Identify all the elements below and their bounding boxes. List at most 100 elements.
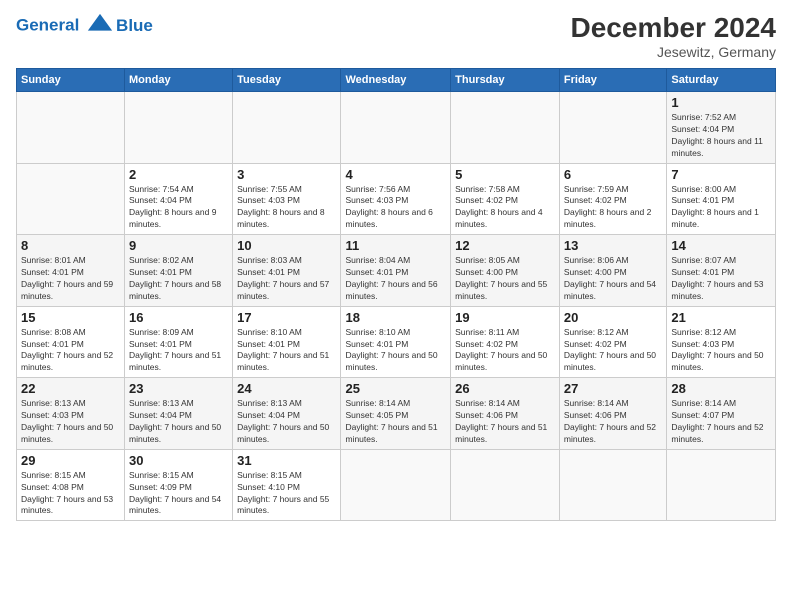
calendar-week-0: 1 Sunrise: 7:52 AM Sunset: 4:04 PM Daylig… [17, 92, 776, 164]
day-number: 8 [21, 238, 120, 253]
calendar-cell: 17 Sunrise: 8:10 AM Sunset: 4:01 PM Dayli… [233, 306, 341, 378]
calendar-cell: 1 Sunrise: 7:52 AM Sunset: 4:04 PM Daylig… [667, 92, 776, 164]
calendar-cell: 14 Sunrise: 8:07 AM Sunset: 4:01 PM Dayli… [667, 235, 776, 307]
day-number: 19 [455, 310, 555, 325]
day-info: Sunrise: 8:11 AM Sunset: 4:02 PM Dayligh… [455, 327, 555, 375]
calendar-cell: 2 Sunrise: 7:54 AM Sunset: 4:04 PM Daylig… [125, 163, 233, 235]
day-info: Sunrise: 8:13 AM Sunset: 4:04 PM Dayligh… [129, 398, 228, 446]
calendar-cell: 29Sunrise: 8:15 AM Sunset: 4:08 PM Dayli… [17, 449, 125, 521]
day-number: 20 [564, 310, 662, 325]
month-title: December 2024 [571, 12, 776, 44]
logo: General Blue [16, 12, 153, 40]
calendar-cell [341, 92, 451, 164]
day-number: 25 [345, 381, 446, 396]
day-number: 28 [671, 381, 771, 396]
calendar-cell: 12 Sunrise: 8:05 AM Sunset: 4:00 PM Dayli… [451, 235, 560, 307]
header-saturday: Saturday [667, 69, 776, 92]
day-info: Sunrise: 8:14 AM Sunset: 4:06 PM Dayligh… [455, 398, 555, 446]
calendar-cell: 9 Sunrise: 8:02 AM Sunset: 4:01 PM Daylig… [125, 235, 233, 307]
calendar-cell: 18Sunrise: 8:10 AM Sunset: 4:01 PM Dayli… [341, 306, 451, 378]
day-info: Sunrise: 8:00 AM Sunset: 4:01 PM Dayligh… [671, 184, 771, 232]
day-info: Sunrise: 8:10 AM Sunset: 4:01 PM Dayligh… [237, 327, 336, 375]
header-wednesday: Wednesday [341, 69, 451, 92]
calendar-cell: 6 Sunrise: 7:59 AM Sunset: 4:02 PM Daylig… [559, 163, 666, 235]
calendar-cell: 28 Sunrise: 8:14 AM Sunset: 4:07 PM Dayli… [667, 378, 776, 450]
calendar-cell: 30 Sunrise: 8:15 AM Sunset: 4:09 PM Dayli… [125, 449, 233, 521]
day-number: 15 [21, 310, 120, 325]
calendar-table: Sunday Monday Tuesday Wednesday Thursday… [16, 68, 776, 521]
day-number: 12 [455, 238, 555, 253]
day-info: Sunrise: 8:05 AM Sunset: 4:00 PM Dayligh… [455, 255, 555, 303]
day-number: 13 [564, 238, 662, 253]
day-number: 1 [671, 95, 771, 110]
calendar-cell: 16Sunrise: 8:09 AM Sunset: 4:01 PM Dayli… [125, 306, 233, 378]
day-number: 24 [237, 381, 336, 396]
day-number: 17 [237, 310, 336, 325]
day-info: Sunrise: 8:13 AM Sunset: 4:04 PM Dayligh… [237, 398, 336, 446]
day-number: 14 [671, 238, 771, 253]
calendar-week-4: 22Sunrise: 8:13 AM Sunset: 4:03 PM Dayli… [17, 378, 776, 450]
calendar-cell: 3 Sunrise: 7:55 AM Sunset: 4:03 PM Daylig… [233, 163, 341, 235]
day-number: 9 [129, 238, 228, 253]
calendar-cell: 24 Sunrise: 8:13 AM Sunset: 4:04 PM Dayli… [233, 378, 341, 450]
title-block: December 2024 Jesewitz, Germany [571, 12, 776, 60]
calendar-cell: 25 Sunrise: 8:14 AM Sunset: 4:05 PM Dayli… [341, 378, 451, 450]
day-info: Sunrise: 7:52 AM Sunset: 4:04 PM Dayligh… [671, 112, 771, 160]
day-info: Sunrise: 8:12 AM Sunset: 4:02 PM Dayligh… [564, 327, 662, 375]
day-info: Sunrise: 8:07 AM Sunset: 4:01 PM Dayligh… [671, 255, 771, 303]
day-info: Sunrise: 8:06 AM Sunset: 4:00 PM Dayligh… [564, 255, 662, 303]
day-number: 7 [671, 167, 771, 182]
calendar-cell: 26Sunrise: 8:14 AM Sunset: 4:06 PM Dayli… [451, 378, 560, 450]
day-number: 4 [345, 167, 446, 182]
day-info: Sunrise: 7:54 AM Sunset: 4:04 PM Dayligh… [129, 184, 228, 232]
day-info: Sunrise: 8:14 AM Sunset: 4:05 PM Dayligh… [345, 398, 446, 446]
day-number: 2 [129, 167, 228, 182]
day-info: Sunrise: 8:15 AM Sunset: 4:09 PM Dayligh… [129, 470, 228, 518]
calendar-cell [559, 449, 666, 521]
day-number: 21 [671, 310, 771, 325]
calendar-cell [17, 163, 125, 235]
calendar-cell [667, 449, 776, 521]
calendar-cell [125, 92, 233, 164]
day-info: Sunrise: 8:09 AM Sunset: 4:01 PM Dayligh… [129, 327, 228, 375]
day-number: 3 [237, 167, 336, 182]
day-number: 10 [237, 238, 336, 253]
calendar-cell [559, 92, 666, 164]
page-header: General Blue December 2024 Jesewitz, Ger… [16, 12, 776, 60]
calendar-week-1: 2 Sunrise: 7:54 AM Sunset: 4:04 PM Daylig… [17, 163, 776, 235]
calendar-cell: 27 Sunrise: 8:14 AM Sunset: 4:06 PM Dayli… [559, 378, 666, 450]
calendar-cell [451, 92, 560, 164]
day-info: Sunrise: 8:10 AM Sunset: 4:01 PM Dayligh… [345, 327, 446, 375]
day-number: 23 [129, 381, 228, 396]
day-info: Sunrise: 7:58 AM Sunset: 4:02 PM Dayligh… [455, 184, 555, 232]
day-info: Sunrise: 7:59 AM Sunset: 4:02 PM Dayligh… [564, 184, 662, 232]
day-number: 30 [129, 453, 228, 468]
day-info: Sunrise: 8:02 AM Sunset: 4:01 PM Dayligh… [129, 255, 228, 303]
calendar-week-2: 8Sunrise: 8:01 AM Sunset: 4:01 PM Daylig… [17, 235, 776, 307]
calendar-cell [341, 449, 451, 521]
day-number: 27 [564, 381, 662, 396]
day-info: Sunrise: 8:03 AM Sunset: 4:01 PM Dayligh… [237, 255, 336, 303]
day-info: Sunrise: 8:14 AM Sunset: 4:07 PM Dayligh… [671, 398, 771, 446]
calendar-week-5: 29Sunrise: 8:15 AM Sunset: 4:08 PM Dayli… [17, 449, 776, 521]
header-tuesday: Tuesday [233, 69, 341, 92]
header-sunday: Sunday [17, 69, 125, 92]
calendar-cell: 15Sunrise: 8:08 AM Sunset: 4:01 PM Dayli… [17, 306, 125, 378]
header-monday: Monday [125, 69, 233, 92]
day-number: 5 [455, 167, 555, 182]
calendar-cell [451, 449, 560, 521]
logo-blue: Blue [116, 16, 153, 36]
calendar-cell: 23 Sunrise: 8:13 AM Sunset: 4:04 PM Dayli… [125, 378, 233, 450]
day-info: Sunrise: 7:56 AM Sunset: 4:03 PM Dayligh… [345, 184, 446, 232]
calendar-cell: 10 Sunrise: 8:03 AM Sunset: 4:01 PM Dayli… [233, 235, 341, 307]
calendar-cell: 4 Sunrise: 7:56 AM Sunset: 4:03 PM Daylig… [341, 163, 451, 235]
calendar-cell: 13 Sunrise: 8:06 AM Sunset: 4:00 PM Dayli… [559, 235, 666, 307]
day-number: 11 [345, 238, 446, 253]
day-info: Sunrise: 7:55 AM Sunset: 4:03 PM Dayligh… [237, 184, 336, 232]
header-thursday: Thursday [451, 69, 560, 92]
calendar-cell: 8Sunrise: 8:01 AM Sunset: 4:01 PM Daylig… [17, 235, 125, 307]
day-number: 6 [564, 167, 662, 182]
day-info: Sunrise: 8:14 AM Sunset: 4:06 PM Dayligh… [564, 398, 662, 446]
calendar-cell: 7 Sunrise: 8:00 AM Sunset: 4:01 PM Daylig… [667, 163, 776, 235]
logo-general: General [16, 15, 79, 34]
